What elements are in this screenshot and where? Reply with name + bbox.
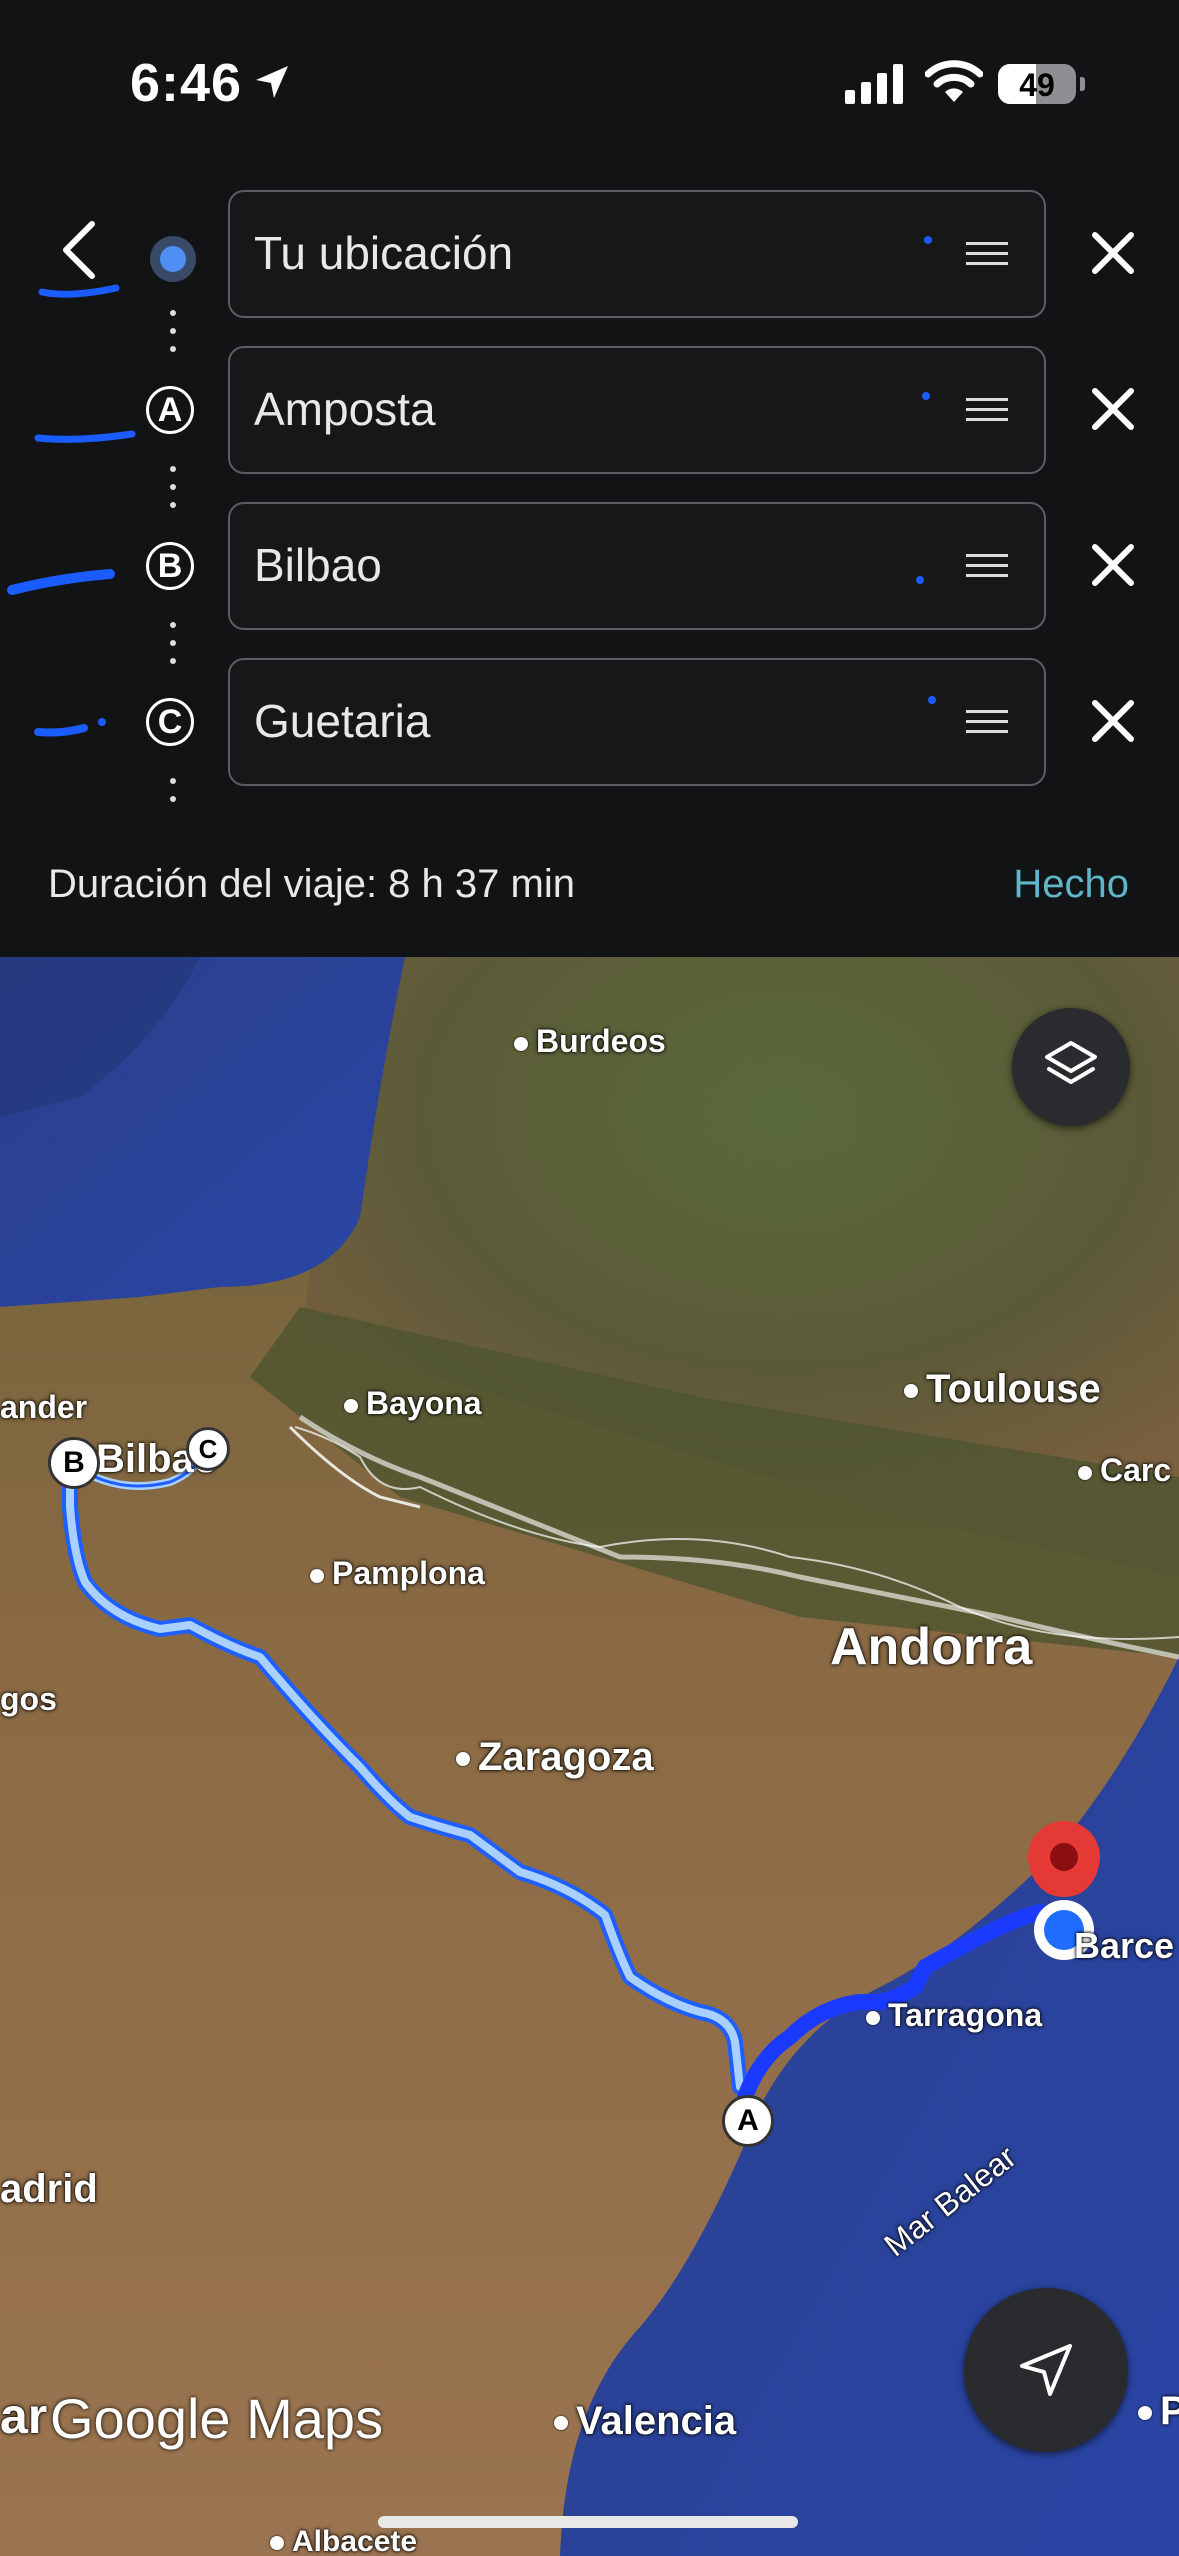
stop-a-value: Amposta [254,383,436,435]
status-time: 6:46 [130,53,243,113]
drag-handle-icon[interactable] [966,242,1008,272]
map-stop-marker-b[interactable]: B [48,1437,100,1489]
status-bar: 6:46 49 [0,0,1179,170]
route-connector [170,310,176,364]
done-button[interactable]: Hecho [1013,862,1129,907]
stop-marker-a: A [146,386,194,434]
map-label: Pamplona [310,1555,485,1592]
map-label: ander [0,1389,88,1425]
location-arrow-icon [256,66,288,98]
map-label: Bayona [344,1385,482,1422]
map-label: Zaragoza [456,1735,654,1780]
google-maps-watermark: Google Maps [50,2387,384,2450]
map-label: Valencia [554,2399,736,2444]
battery-icon: 49 [998,64,1076,104]
map-label: Tarragona [866,1997,1042,2034]
origin-value: Tu ubicación [254,227,514,279]
map-label: Barce [1074,1925,1175,1966]
close-icon [1092,232,1134,274]
trip-duration: Duración del viaje: 8 h 37 min [48,862,575,906]
remove-stop-button[interactable] [1082,534,1144,596]
remove-stop-button[interactable] [1082,378,1144,440]
stop-a-field[interactable]: Amposta [228,346,1046,474]
map-label: Toulouse [904,1367,1101,1412]
signal-icon [845,64,903,104]
navigation-arrow-icon [1020,2344,1072,2396]
stop-marker-b: B [146,542,194,590]
recenter-navigation-button[interactable] [964,2288,1128,2452]
map-label: Andorra [830,1618,1033,1676]
map-stop-marker-c[interactable]: C [186,1427,230,1471]
map-label: ar [0,2388,48,2444]
drag-handle-icon[interactable] [966,398,1008,428]
origin-field[interactable]: Tu ubicación [228,190,1046,318]
route-connector [170,466,176,520]
drag-handle-icon[interactable] [966,710,1008,740]
origin-marker [150,236,196,282]
map-layers-button[interactable] [1012,1008,1130,1126]
map-label: P [1138,2389,1179,2434]
close-icon [1092,700,1134,742]
remove-stop-button[interactable] [1082,222,1144,284]
battery-level: 49 [1019,67,1055,103]
map-label: gos [0,1681,57,1717]
map-label: Carc [1078,1452,1171,1489]
map-label: Albacete [270,2525,417,2556]
map-label: adrid [0,2167,98,2211]
layers-icon [1045,1041,1097,1084]
map-label: Burdeos [514,1023,666,1060]
home-indicator[interactable] [378,2516,798,2528]
map-stop-marker-a[interactable]: A [722,2095,774,2147]
stop-b-value: Bilbao [254,539,382,591]
close-icon [1092,544,1134,586]
stop-c-field[interactable]: Guetaria [228,658,1046,786]
stop-b-field[interactable]: Bilbao [228,502,1046,630]
drag-handle-icon[interactable] [966,554,1008,584]
route-connector [170,622,176,676]
route-connector [170,778,176,814]
stop-marker-c: C [146,698,194,746]
stop-c-value: Guetaria [254,695,431,747]
scribble-mark [7,284,136,737]
close-icon [1092,388,1134,430]
remove-stop-button[interactable] [1082,690,1144,752]
wifi-icon [925,60,983,102]
